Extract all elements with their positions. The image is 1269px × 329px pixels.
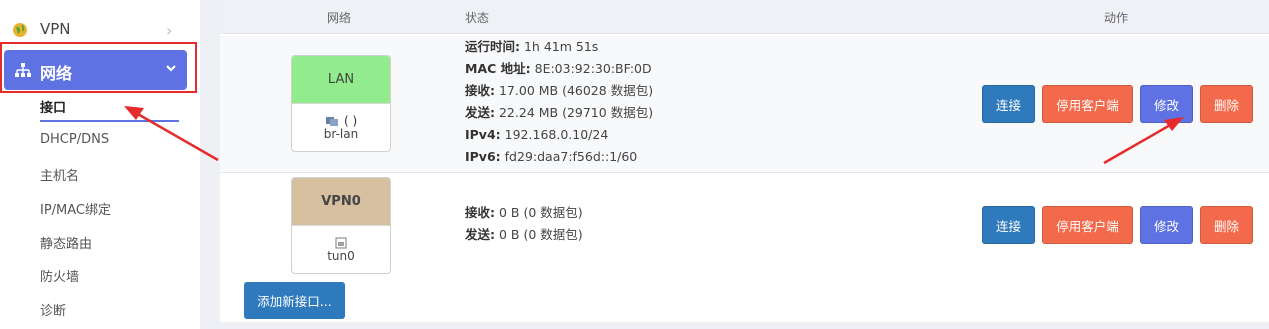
sidebar-sub-dhcp-dns[interactable]: DHCP/DNS <box>40 132 109 147</box>
status-block: 运行时间: 1h 41m 51s MAC 地址: 8E:03:92:30:BF:… <box>465 36 653 168</box>
status-key: IPv6: <box>465 149 501 164</box>
interface-icon-group: ( ) <box>343 114 358 128</box>
status-key: 运行时间: <box>465 39 520 54</box>
interface-icons: ( ) <box>292 110 390 128</box>
status-line: MAC 地址: 8E:03:92:30:BF:0D <box>465 58 653 80</box>
status-line: 发送: 0 B (0 数据包) <box>465 224 583 246</box>
interface-badge-lan: LAN ( ) br-lan <box>291 55 391 152</box>
status-line: 运行时间: 1h 41m 51s <box>465 36 653 58</box>
status-value: 8E:03:92:30:BF:0D <box>534 61 652 76</box>
sidebar-sub-interfaces[interactable]: 接口 <box>40 97 66 116</box>
sidebar-sub-ip-mac-binding[interactable]: IP/MAC绑定 <box>40 199 111 218</box>
status-value: 0 B (0 数据包) <box>498 227 583 242</box>
status-line: 接收: 0 B (0 数据包) <box>465 202 583 224</box>
sidebar: VPN › 网络 接口 DHCP/DNS 主机名 IP/MAC绑定 静态路由 防… <box>0 0 200 329</box>
interfaces-panel: 网络 状态 动作 LAN ( ) br-lan 运行时间: 1h 41m 51s… <box>220 0 1269 329</box>
edit-button[interactable]: 修改 <box>1140 206 1193 244</box>
status-key: 发送: <box>465 227 495 242</box>
sidebar-sub-hostname[interactable]: 主机名 <box>40 165 79 184</box>
status-line: IPv6: fd29:daa7:f56d::1/60 <box>465 146 653 168</box>
sidebar-item-label: 网络 <box>40 64 73 83</box>
status-value: fd29:daa7:f56d::1/60 <box>504 149 638 164</box>
sidebar-item-vpn[interactable]: VPN › <box>0 12 190 46</box>
globe-icon <box>13 23 27 37</box>
ethernet-icon <box>325 116 338 126</box>
edit-button[interactable]: 修改 <box>1140 85 1193 123</box>
interface-device: br-lan <box>323 127 359 141</box>
status-line: 发送: 22.24 MB (29710 数据包) <box>465 102 653 124</box>
sidebar-divider <box>200 0 220 329</box>
status-value: 22.24 MB (29710 数据包) <box>498 105 654 120</box>
connect-button[interactable]: 连接 <box>982 206 1035 244</box>
status-key: MAC 地址: <box>465 61 531 76</box>
status-key: 接收: <box>465 205 495 220</box>
app-root: VPN › 网络 接口 DHCP/DNS 主机名 IP/MAC绑定 静态路由 防… <box>0 0 1269 329</box>
status-value: 192.168.0.10/24 <box>504 127 609 142</box>
header-action: 动作 <box>1104 11 1129 25</box>
header-network: 网络 <box>327 11 352 25</box>
status-value: 17.00 MB (46028 数据包) <box>498 83 654 98</box>
status-line: 接收: 17.00 MB (46028 数据包) <box>465 80 653 102</box>
sidebar-item-network[interactable]: 网络 <box>4 50 187 90</box>
sidebar-item-label: VPN <box>40 20 71 38</box>
status-key: 发送: <box>465 105 495 120</box>
status-key: IPv4: <box>465 127 501 142</box>
table-row: VPN0 tun0 接收: 0 B (0 数据包) 发送: 0 B (0 数据包… <box>220 174 1269 322</box>
add-interface-button[interactable]: 添加新接口... <box>244 282 345 319</box>
header-status: 状态 <box>465 11 490 25</box>
sidebar-sub-diagnostics[interactable]: 诊断 <box>40 300 66 319</box>
sitemap-icon <box>15 63 31 77</box>
interface-device: tun0 <box>327 249 355 263</box>
stop-client-button[interactable]: 停用客户端 <box>1042 85 1133 123</box>
sidebar-sub-firewall[interactable]: 防火墙 <box>40 266 79 285</box>
interface-icons <box>292 232 390 248</box>
interface-name: VPN0 <box>292 178 390 226</box>
interface-name: LAN <box>292 56 390 104</box>
chevron-right-icon: › <box>166 21 173 40</box>
delete-button[interactable]: 删除 <box>1200 85 1253 123</box>
delete-button[interactable]: 删除 <box>1200 206 1253 244</box>
table-header: 网络 状态 动作 <box>220 0 1269 34</box>
active-underline <box>40 120 179 122</box>
interface-badge-vpn0: VPN0 tun0 <box>291 177 391 274</box>
connect-button[interactable]: 连接 <box>982 85 1035 123</box>
panel-bottom-border <box>220 322 1269 329</box>
status-block: 接收: 0 B (0 数据包) 发送: 0 B (0 数据包) <box>465 202 583 246</box>
status-key: 接收: <box>465 83 495 98</box>
sidebar-sub-static-routes[interactable]: 静态路由 <box>40 233 92 252</box>
status-value: 1h 41m 51s <box>523 39 599 54</box>
table-row: LAN ( ) br-lan 运行时间: 1h 41m 51s MAC 地址: … <box>220 36 1269 173</box>
tunnel-icon <box>335 237 347 248</box>
status-value: 0 B (0 数据包) <box>498 205 583 220</box>
status-line: IPv4: 192.168.0.10/24 <box>465 124 653 146</box>
stop-client-button[interactable]: 停用客户端 <box>1042 206 1133 244</box>
chevron-down-icon <box>166 65 176 72</box>
